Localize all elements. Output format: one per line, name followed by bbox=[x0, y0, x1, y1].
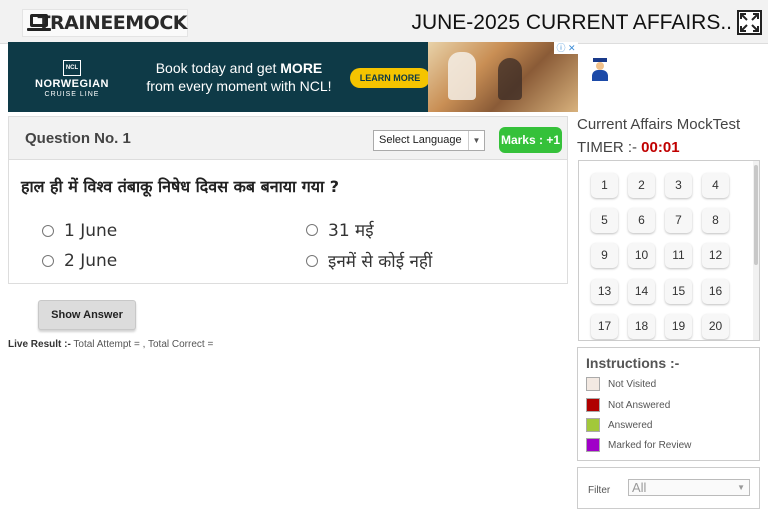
question-button[interactable]: 19 bbox=[665, 314, 692, 339]
language-select-value: Select Language bbox=[379, 134, 462, 146]
option-d[interactable]: इनमें से कोई नहीं bbox=[306, 249, 432, 272]
question-button[interactable]: 14 bbox=[628, 279, 655, 304]
marks-badge: Marks : +1 bbox=[499, 127, 562, 153]
question-button[interactable]: 12 bbox=[702, 243, 729, 268]
option-b[interactable]: 31 मई bbox=[306, 218, 374, 241]
ad-brand-name: NORWEGIAN bbox=[35, 78, 109, 90]
question-button[interactable]: 20 bbox=[702, 314, 729, 339]
radio-icon[interactable] bbox=[306, 254, 318, 267]
site-logo[interactable]: TRAINEEMOCK bbox=[22, 9, 188, 37]
ad-logo-badge: NCL bbox=[63, 60, 81, 76]
legend-marked-review: Marked for Review bbox=[586, 438, 691, 452]
option-label: 1 June bbox=[64, 221, 118, 241]
ad-brand-sub: CRUISE LINE bbox=[44, 91, 100, 98]
scrollbar-thumb[interactable] bbox=[754, 165, 758, 265]
instructions-title: Instructions :- bbox=[586, 355, 680, 371]
legend-label: Not Visited bbox=[608, 378, 657, 390]
filter-panel: Filter All ▼ bbox=[577, 467, 760, 509]
legend-swatch bbox=[586, 438, 600, 452]
radio-icon[interactable] bbox=[306, 223, 318, 236]
question-button[interactable]: 13 bbox=[591, 279, 618, 304]
live-result-text: Total Attempt = , Total Correct = bbox=[70, 339, 214, 350]
ad-banner[interactable]: NCL NORWEGIAN CRUISE LINE Book today and… bbox=[8, 42, 578, 112]
question-text: हाल ही में विश्व तंबाकू निषेध दिवस कब बन… bbox=[21, 177, 340, 196]
option-a[interactable]: 1 June bbox=[42, 221, 117, 241]
page-title: JUNE-2025 CURRENT AFFAIRS.. bbox=[411, 11, 732, 34]
ad-choices-icon[interactable]: ⓘ ✕ bbox=[554, 42, 578, 54]
option-label: 2 June bbox=[64, 251, 118, 271]
question-number: Question No. 1 bbox=[25, 130, 131, 147]
live-result-label: Live Result :- bbox=[8, 339, 71, 350]
expand-icon bbox=[740, 13, 759, 32]
instructions-panel: Instructions :- Not Visited Not Answered… bbox=[577, 347, 760, 461]
ad-headline-text-2: from every moment with NCL! bbox=[146, 78, 332, 94]
timer-label: TIMER :- bbox=[577, 139, 637, 156]
timer: TIMER :- 00:01 bbox=[577, 139, 680, 156]
legend-swatch bbox=[586, 418, 600, 432]
language-select[interactable]: Select Language ▼ bbox=[373, 130, 485, 151]
legend-not-visited: Not Visited bbox=[586, 377, 656, 391]
option-label: इनमें से कोई नहीं bbox=[328, 252, 433, 272]
chevron-down-icon: ▼ bbox=[737, 483, 745, 492]
question-button[interactable]: 7 bbox=[665, 208, 692, 233]
timer-value: 00:01 bbox=[641, 139, 680, 156]
student-avatar-icon bbox=[590, 58, 610, 82]
filter-select[interactable]: All ▼ bbox=[628, 479, 750, 496]
ad-headline-bold: MORE bbox=[280, 60, 323, 76]
question-button[interactable]: 8 bbox=[702, 208, 729, 233]
ad-headline: Book today and get MORE from every momen… bbox=[134, 59, 344, 95]
question-button[interactable]: 3 bbox=[665, 173, 692, 198]
live-result: Live Result :- Total Attempt = , Total C… bbox=[8, 339, 213, 350]
legend-not-answered: Not Answered bbox=[586, 398, 670, 412]
mocktest-title: Current Affairs MockTest bbox=[577, 116, 741, 133]
question-palette: 1 2 3 4 5 6 7 8 9 10 11 12 13 14 15 16 1… bbox=[578, 160, 760, 341]
radio-icon[interactable] bbox=[42, 255, 54, 267]
question-button[interactable]: 2 bbox=[628, 173, 655, 198]
fullscreen-button[interactable] bbox=[737, 10, 762, 35]
ad-headline-text: Book today and get bbox=[155, 60, 281, 76]
palette-scrollbar[interactable] bbox=[753, 161, 759, 340]
filter-value: All bbox=[632, 480, 647, 495]
question-panel: Question No. 1 Select Language ▼ Marks :… bbox=[8, 116, 568, 284]
filter-label: Filter bbox=[588, 485, 611, 496]
question-button[interactable]: 11 bbox=[665, 243, 692, 268]
question-button[interactable]: 15 bbox=[665, 279, 692, 304]
option-label: 31 मई bbox=[328, 221, 374, 241]
question-button[interactable]: 10 bbox=[628, 243, 655, 268]
question-button[interactable]: 6 bbox=[628, 208, 655, 233]
question-header: Question No. 1 Select Language ▼ Marks :… bbox=[9, 117, 567, 160]
laptop-icon bbox=[27, 12, 51, 34]
show-answer-button[interactable]: Show Answer bbox=[38, 300, 136, 330]
question-button[interactable]: 5 bbox=[591, 208, 618, 233]
legend-label: Not Answered bbox=[608, 399, 671, 411]
ad-brand-logo: NCL NORWEGIAN CRUISE LINE bbox=[22, 56, 122, 98]
header-bar: TRAINEEMOCK JUNE-2025 CURRENT AFFAIRS.. bbox=[0, 0, 768, 44]
question-button[interactable]: 17 bbox=[591, 314, 618, 339]
ad-learn-more-button[interactable]: LEARN MORE bbox=[350, 68, 430, 88]
option-c[interactable]: 2 June bbox=[42, 251, 117, 271]
question-button[interactable]: 18 bbox=[628, 314, 655, 339]
logo-text: TRAINEEMOCK bbox=[37, 12, 188, 34]
legend-label: Marked for Review bbox=[608, 439, 692, 451]
radio-icon[interactable] bbox=[42, 225, 54, 237]
chevron-down-icon: ▼ bbox=[468, 131, 484, 150]
legend-swatch bbox=[586, 398, 600, 412]
question-button[interactable]: 16 bbox=[702, 279, 729, 304]
legend-swatch bbox=[586, 377, 600, 391]
question-button[interactable]: 1 bbox=[591, 173, 618, 198]
legend-answered: Answered bbox=[586, 418, 652, 432]
question-button[interactable]: 4 bbox=[702, 173, 729, 198]
legend-label: Answered bbox=[608, 419, 653, 431]
question-button[interactable]: 9 bbox=[591, 243, 618, 268]
